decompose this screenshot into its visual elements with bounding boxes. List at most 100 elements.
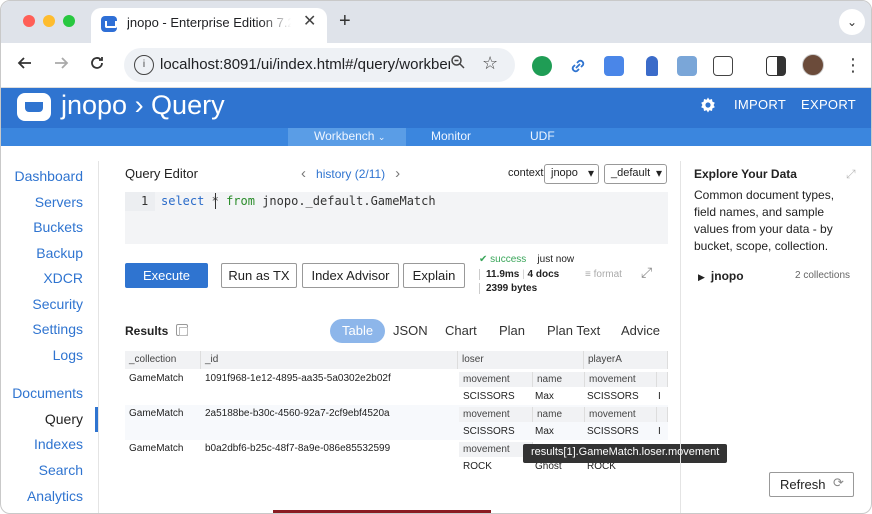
sidebar-item-analytics[interactable]: Analytics [27, 488, 83, 504]
couchbase-favicon-icon [101, 16, 117, 32]
tab-plan-text[interactable]: Plan Text [547, 319, 600, 343]
subheader-movement: movement [585, 372, 657, 387]
index-advisor-button[interactable]: Index Advisor [302, 263, 399, 288]
expand-panel-icon[interactable]: ⤢ [846, 167, 856, 182]
dropper-icon[interactable] [646, 56, 658, 76]
tab-chart[interactable]: Chart [445, 319, 477, 343]
execute-button[interactable]: Execute [125, 263, 208, 288]
sidebar-item-buckets[interactable]: Buckets [33, 219, 83, 235]
column-header-collection[interactable]: _collection [125, 351, 201, 369]
column-header-loser[interactable]: loser [458, 351, 584, 369]
bottom-window-strip [273, 510, 491, 513]
kebab-menu-icon[interactable]: ⋮ [844, 55, 862, 75]
column-header-id[interactable]: _id [201, 351, 458, 369]
image-icon[interactable] [677, 56, 697, 76]
bucket-collection-count: 2 collections [795, 270, 851, 281]
tab-workbench[interactable]: Workbench ⌄ [314, 129, 385, 143]
cell-id: b0a2dbf6-b25c-48f7-8a9e-086e85532599 [205, 443, 391, 454]
tab-monitor[interactable]: Monitor [431, 129, 471, 143]
gear-icon[interactable] [699, 96, 717, 119]
doc-count: 4 docs [527, 269, 560, 280]
sidebar-item-settings[interactable]: Settings [32, 321, 83, 337]
tab-udf[interactable]: UDF [530, 129, 555, 143]
sidebar-item-indexes[interactable]: Indexes [34, 436, 83, 452]
sidebar-item-query[interactable]: Query [45, 411, 83, 427]
tab-plan[interactable]: Plan [499, 319, 525, 343]
cell-path-tooltip: results[1].GameMatch.loser.movement [523, 444, 728, 463]
cell-collection: GameMatch [129, 373, 184, 384]
subheader-movement: movement [459, 372, 533, 387]
code-keyspace: jnopo._default.GameMatch [262, 194, 436, 208]
url-text[interactable]: localhost:8091/ui/index.html#/query/work… [160, 56, 450, 73]
zoom-icon[interactable] [450, 54, 466, 75]
sidepanel-icon[interactable] [766, 56, 786, 76]
site-info-icon[interactable]: i [134, 55, 154, 75]
browser-tab[interactable]: jnopo - Enterprise Edition 7.2 ✕ [91, 8, 327, 43]
profile-avatar[interactable] [802, 54, 824, 76]
text-cursor [215, 193, 216, 209]
sidebar-item-search[interactable]: Search [39, 462, 83, 478]
subheader-name: name [533, 407, 585, 422]
sidebar-item-backup[interactable]: Backup [36, 245, 83, 261]
format-button[interactable]: ≡ format [585, 269, 622, 280]
back-icon[interactable] [17, 55, 33, 76]
context-scope-select[interactable]: _default [604, 164, 667, 184]
copy-icon[interactable] [176, 324, 188, 336]
link-icon[interactable] [568, 56, 588, 76]
app-header: jnopo › Query IMPORT EXPORT [1, 88, 871, 128]
export-link[interactable]: EXPORT [801, 97, 856, 112]
line-number: 1 [141, 194, 149, 208]
tab-search-chevron-icon[interactable]: ⌄ [839, 9, 865, 35]
tab-json[interactable]: JSON [393, 319, 428, 343]
context-bucket-select[interactable]: jnopo [544, 164, 599, 184]
sidebar-item-documents[interactable]: Documents [12, 385, 83, 401]
cell-loser-movement: SCISSORS [463, 426, 515, 437]
cell-id: 1091f968-1e12-4895-aa35-5a0302e2b02f [205, 373, 391, 384]
code-keyword-select: select [161, 194, 205, 208]
query-text[interactable]: select * from jnopo._default.GameMatch [161, 194, 436, 208]
history-next-icon[interactable]: › [395, 165, 400, 182]
tab-advice[interactable]: Advice [621, 319, 660, 343]
sidebar-item-xdcr[interactable]: XDCR [43, 270, 83, 286]
browser-window: jnopo - Enterprise Edition 7.2 ✕ + ⌄ i l… [0, 0, 872, 514]
minimize-window-button[interactable] [43, 15, 55, 27]
subheader-movement: movement [459, 407, 533, 422]
context-label: context [508, 167, 544, 179]
tab-close-icon[interactable]: ✕ [303, 14, 316, 30]
subheader-movement: movement [459, 442, 533, 457]
couchbase-logo-icon[interactable] [17, 93, 51, 121]
reload-icon[interactable] [89, 55, 105, 76]
close-window-button[interactable] [23, 15, 35, 27]
query-metrics: 11.9ms | 4 docs [479, 269, 559, 280]
cell-extra: I [658, 391, 661, 402]
grammarly-icon[interactable] [532, 56, 552, 76]
forward-icon[interactable] [53, 55, 69, 76]
explain-button[interactable]: Explain [403, 263, 465, 288]
import-link[interactable]: IMPORT [734, 97, 786, 112]
expand-icon[interactable]: ⤢ [641, 264, 652, 281]
sidebar-item-logs[interactable]: Logs [53, 347, 83, 363]
query-status: ✔ success just now [479, 254, 574, 265]
sidebar-item-dashboard[interactable]: Dashboard [15, 168, 84, 184]
maximize-window-button[interactable] [63, 15, 75, 27]
result-size-text: 2399 bytes [486, 283, 538, 294]
bookmark-star-icon[interactable]: ☆ [482, 53, 498, 74]
bucket-tree-item[interactable]: ▶ jnopo [698, 269, 744, 283]
new-tab-button[interactable]: + [339, 10, 351, 33]
subheader-name: name [533, 372, 585, 387]
translate-icon[interactable] [604, 56, 624, 76]
sidebar-item-servers[interactable]: Servers [35, 194, 83, 210]
query-editor[interactable]: 1 select * from jnopo._default.GameMatch [125, 192, 668, 244]
refresh-button[interactable]: Refresh ⟳ [769, 472, 854, 497]
sidebar-item-security[interactable]: Security [32, 296, 83, 312]
address-bar[interactable]: i localhost:8091/ui/index.html#/query/wo… [124, 48, 515, 82]
tab-table[interactable]: Table [330, 319, 386, 343]
history-link[interactable]: history (2/11) [316, 167, 385, 181]
column-header-playera[interactable]: playerA [584, 351, 668, 369]
cell-loser-name: Max [535, 391, 554, 402]
run-as-tx-button[interactable]: Run as TX [221, 263, 297, 288]
history-prev-icon[interactable]: ‹ [301, 165, 306, 182]
extensions-icon[interactable] [713, 56, 733, 76]
refresh-icon: ⟳ [833, 475, 844, 490]
explore-title: Explore Your Data [694, 167, 797, 181]
